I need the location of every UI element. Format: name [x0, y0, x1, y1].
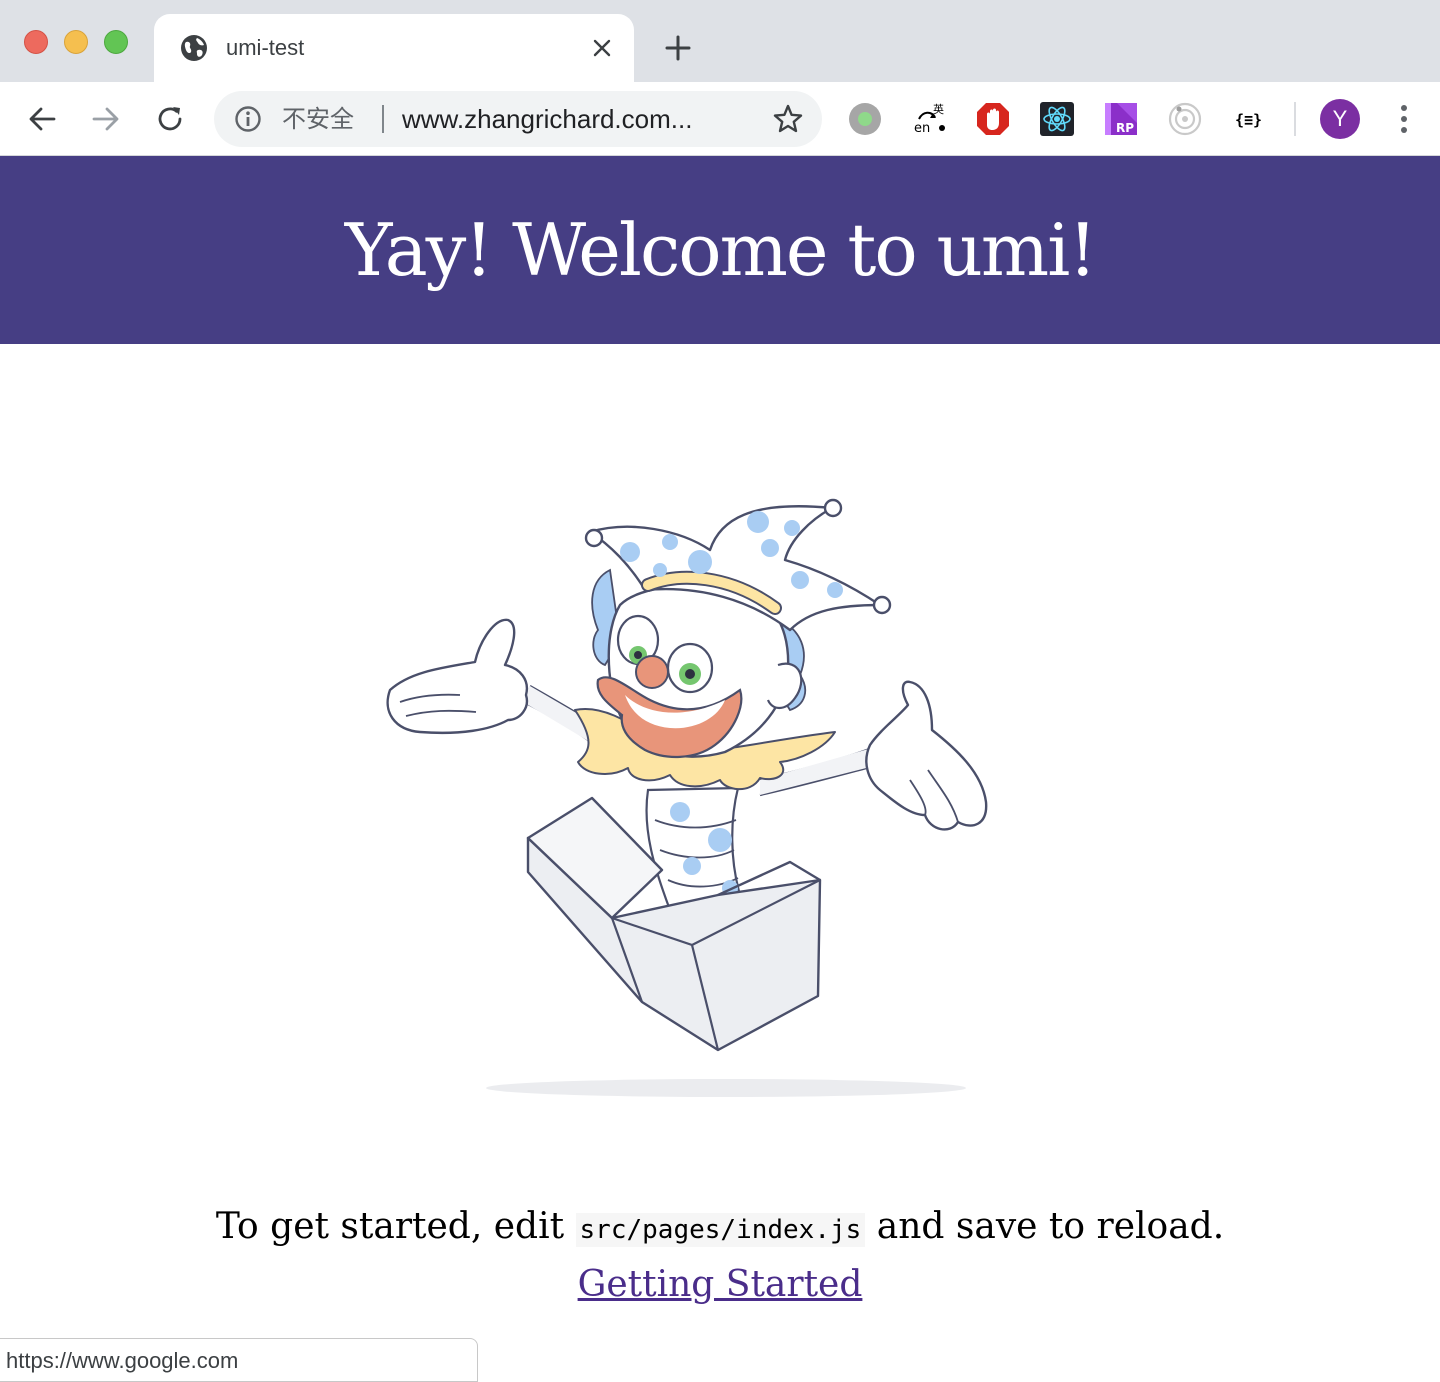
intro-after: and save to reload. [876, 1206, 1225, 1247]
back-arrow-icon [29, 107, 56, 131]
reload-icon [158, 107, 182, 131]
profile-avatar[interactable]: Y [1320, 99, 1360, 139]
react-devtools-icon [1040, 102, 1074, 136]
getting-started-link[interactable]: Getting Started [578, 1264, 863, 1305]
page-title: Yay! Welcome to umi! [344, 208, 1097, 292]
extension-record[interactable] [846, 100, 884, 138]
tab-umi-test[interactable]: umi-test [154, 14, 634, 82]
tab-title: umi-test [226, 35, 305, 60]
svg-text:RP: RP [1116, 121, 1134, 135]
close-icon [593, 39, 611, 57]
extension-record-icon [849, 103, 881, 135]
window-minimize-button[interactable] [64, 30, 88, 54]
svg-text:英: 英 [933, 102, 944, 116]
toolbar-divider [1294, 102, 1296, 136]
globe-icon [181, 35, 207, 61]
intro-text: To get started, edit src/pages/index.js … [0, 1204, 1440, 1253]
json-formatter-icon: {≡} [1235, 111, 1262, 129]
tab-strip: umi-test [0, 0, 1440, 82]
back-button[interactable] [22, 99, 62, 139]
intro-before: To get started, edit [215, 1206, 565, 1247]
extension-translate[interactable]: 英 en [910, 100, 948, 138]
svg-text:{≡}: {≡} [1235, 111, 1262, 129]
status-bubble: https://www.google.com [0, 1338, 478, 1382]
axure-rp-icon: RP [1105, 103, 1137, 135]
extension-adblock[interactable] [974, 100, 1012, 138]
url-text[interactable]: www.zhangrichard.com... [402, 105, 692, 133]
forward-arrow-icon [92, 107, 119, 131]
window-close-button[interactable] [24, 30, 48, 54]
translate-icon: 英 en [914, 102, 945, 136]
extension-target[interactable] [1166, 100, 1204, 138]
plus-icon [665, 35, 691, 61]
svg-text:en: en [914, 121, 930, 136]
window-zoom-button[interactable] [104, 30, 128, 54]
extension-target-icon [1168, 102, 1202, 136]
reload-button[interactable] [150, 99, 190, 139]
security-label[interactable]: 不安全 [282, 105, 354, 133]
adblock-icon [977, 103, 1009, 135]
info-icon[interactable] [234, 105, 262, 133]
extension-react-devtools[interactable] [1038, 100, 1076, 138]
menu-dots-icon[interactable] [1386, 99, 1422, 139]
extension-axure-rp[interactable]: RP [1102, 100, 1140, 138]
browser-toolbar: 不安全 www.zhangrichard.com... 英 en RP {≡} … [0, 82, 1440, 156]
tab-close-button[interactable] [588, 34, 616, 62]
extension-json-formatter[interactable]: {≡} [1230, 100, 1268, 138]
address-divider [382, 105, 384, 133]
forward-button[interactable] [86, 99, 126, 139]
jester-in-box-illustration [386, 498, 988, 1097]
star-icon[interactable] [772, 103, 804, 135]
welcome-banner: Yay! Welcome to umi! [0, 156, 1440, 344]
intro-code: src/pages/index.js [575, 1213, 866, 1247]
link-row: Getting Started [0, 1264, 1440, 1305]
address-bar[interactable]: 不安全 www.zhangrichard.com... [214, 91, 822, 147]
new-tab-button[interactable] [660, 30, 696, 66]
